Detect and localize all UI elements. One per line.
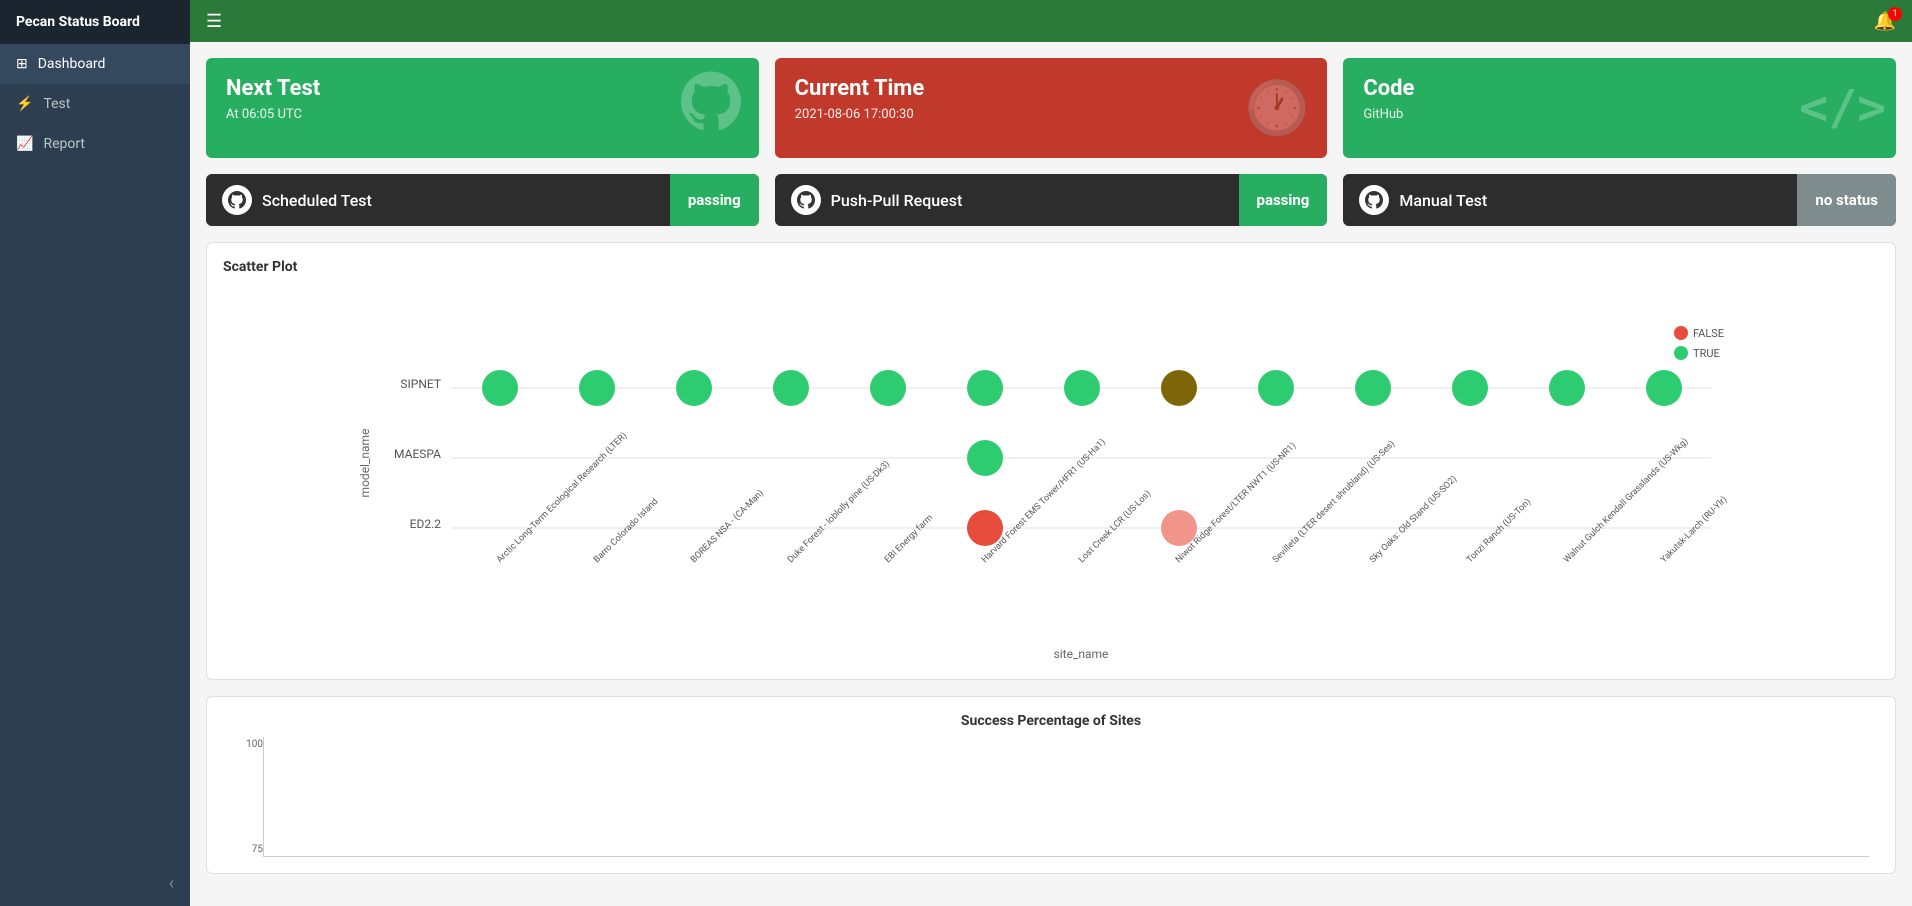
scatter-dot bbox=[1258, 370, 1294, 406]
scheduled-test-status: passing bbox=[670, 174, 759, 226]
svg-text:Yakutsk-Larch (RU-Ylr): Yakutsk-Larch (RU-Ylr) bbox=[1658, 494, 1729, 565]
svg-text:BOREAS NSA - (CA-Man): BOREAS NSA - (CA-Man) bbox=[688, 488, 766, 566]
dashboard-icon: ⊞ bbox=[16, 56, 28, 72]
code-icon: </> bbox=[1799, 80, 1886, 136]
topbar: ☰ 🔔 1 bbox=[190, 0, 1912, 42]
svg-text:Tonzi Ranch (US-Ton): Tonzi Ranch (US-Ton) bbox=[1464, 496, 1533, 565]
scatter-plot-section: Scatter Plot model_name SIPNET MAESPA ED… bbox=[206, 242, 1896, 680]
scheduled-test-gh-icon bbox=[222, 185, 252, 215]
svg-text:MAESPA: MAESPA bbox=[394, 447, 441, 461]
svg-text:EBI Energy farm: EBI Energy farm bbox=[883, 513, 935, 565]
cards-row: Next Test At 06:05 UTC Current Time 2021… bbox=[190, 42, 1912, 174]
scheduled-test-text: Scheduled Test bbox=[262, 191, 372, 210]
push-pull-badge: Push-Pull Request passing bbox=[775, 174, 1328, 226]
manual-test-label-area: Manual Test bbox=[1343, 185, 1797, 215]
sidebar-item-test-label: Test bbox=[43, 96, 70, 112]
scatter-dot bbox=[870, 370, 906, 406]
y-axis-labels: 100 75 bbox=[233, 737, 263, 857]
svg-text:Sky Oaks: Old Stand (US-SO2): Sky Oaks: Old Stand (US-SO2) bbox=[1367, 473, 1459, 565]
next-test-card: Next Test At 06:05 UTC bbox=[206, 58, 759, 158]
bar-chart-bars bbox=[263, 737, 1869, 857]
svg-text:FALSE: FALSE bbox=[1693, 327, 1724, 340]
sidebar-item-report[interactable]: 📈 Report bbox=[0, 124, 190, 164]
svg-text:Barro Colorado Island: Barro Colorado Island bbox=[592, 497, 660, 565]
current-time-value: 2021-08-06 17:00:30 bbox=[795, 107, 1308, 122]
sidebar-item-dashboard-label: Dashboard bbox=[38, 56, 106, 72]
sidebar-item-dashboard[interactable]: ⊞ Dashboard bbox=[0, 44, 190, 84]
test-icon: ⚡ bbox=[16, 96, 33, 112]
badges-row: Scheduled Test passing Push-Pull Request… bbox=[190, 174, 1912, 242]
scatter-dot bbox=[1064, 370, 1100, 406]
svg-text:site_name: site_name bbox=[1054, 647, 1109, 661]
bar-chart-section: Success Percentage of Sites 100 75 bbox=[206, 696, 1896, 874]
y-label-75: 75 bbox=[233, 844, 263, 855]
push-pull-text: Push-Pull Request bbox=[831, 191, 963, 210]
svg-text:Lost Creek LCR (US-Los): Lost Creek LCR (US-Los) bbox=[1076, 488, 1153, 565]
svg-text:ED2.2: ED2.2 bbox=[410, 517, 442, 531]
sidebar: Pecan Status Board ⊞ Dashboard ⚡ Test 📈 … bbox=[0, 0, 190, 906]
report-icon: 📈 bbox=[16, 136, 33, 152]
y-label-100: 100 bbox=[233, 739, 263, 750]
scatter-dot bbox=[1549, 370, 1585, 406]
scatter-dot bbox=[579, 370, 615, 406]
scatter-dot bbox=[1355, 370, 1391, 406]
svg-text:SIPNET: SIPNET bbox=[400, 377, 441, 391]
current-time-card: Current Time 2021-08-06 17:00:30 🕐 bbox=[775, 58, 1328, 158]
clock-icon: 🕐 bbox=[1245, 78, 1310, 139]
scatter-dot-maespa bbox=[967, 440, 1003, 476]
manual-test-gh-icon bbox=[1359, 185, 1389, 215]
scatter-dot bbox=[676, 370, 712, 406]
current-time-title: Current Time bbox=[795, 76, 1308, 101]
scatter-dot bbox=[773, 370, 809, 406]
scatter-dot bbox=[1646, 370, 1682, 406]
svg-text:Sevilleta (LTER desert shrubla: Sevilleta (LTER desert shrubland) (US-Se… bbox=[1270, 438, 1397, 565]
scatter-plot-title: Scatter Plot bbox=[223, 259, 1879, 275]
push-pull-label-area: Push-Pull Request bbox=[775, 185, 1239, 215]
scheduled-test-label-area: Scheduled Test bbox=[206, 185, 670, 215]
next-test-subtitle: At 06:05 UTC bbox=[226, 107, 739, 122]
scatter-container: model_name SIPNET MAESPA ED2.2 bbox=[223, 283, 1879, 663]
notification-badge: 1 bbox=[1888, 7, 1902, 21]
app-title: Pecan Status Board bbox=[0, 0, 190, 44]
svg-text:Duke Forest - loblolly pine (U: Duke Forest - loblolly pine (US-Dk3) bbox=[785, 458, 892, 565]
manual-test-status: no status bbox=[1797, 174, 1896, 226]
notification-bell[interactable]: 🔔 1 bbox=[1874, 11, 1896, 32]
scheduled-test-badge: Scheduled Test passing bbox=[206, 174, 759, 226]
next-test-title: Next Test bbox=[226, 76, 739, 101]
push-pull-status: passing bbox=[1239, 174, 1328, 226]
main-content: ☰ 🔔 1 Next Test At 06:05 UTC Current Tim… bbox=[190, 0, 1912, 906]
github-icon bbox=[681, 72, 741, 145]
scatter-dot bbox=[482, 370, 518, 406]
push-pull-gh-icon bbox=[791, 185, 821, 215]
scatter-svg: model_name SIPNET MAESPA ED2.2 bbox=[223, 283, 1879, 663]
svg-text:model_name: model_name bbox=[358, 429, 372, 498]
svg-text:Niwot Ridge Forest/LTER NWT1 (: Niwot Ridge Forest/LTER NWT1 (US-NR1) bbox=[1173, 440, 1298, 565]
manual-test-text: Manual Test bbox=[1399, 191, 1487, 210]
manual-test-badge: Manual Test no status bbox=[1343, 174, 1896, 226]
code-card: Code GitHub </> bbox=[1343, 58, 1896, 158]
bar-chart-title: Success Percentage of Sites bbox=[223, 713, 1879, 729]
menu-icon[interactable]: ☰ bbox=[206, 11, 222, 32]
scatter-dot bbox=[1452, 370, 1488, 406]
svg-text:TRUE: TRUE bbox=[1693, 347, 1720, 360]
scatter-dot bbox=[967, 370, 1003, 406]
sidebar-collapse-button[interactable]: ‹ bbox=[0, 861, 190, 906]
sidebar-item-report-label: Report bbox=[43, 136, 85, 152]
sidebar-item-test[interactable]: ⚡ Test bbox=[0, 84, 190, 124]
scatter-dot-niwot bbox=[1161, 370, 1197, 406]
